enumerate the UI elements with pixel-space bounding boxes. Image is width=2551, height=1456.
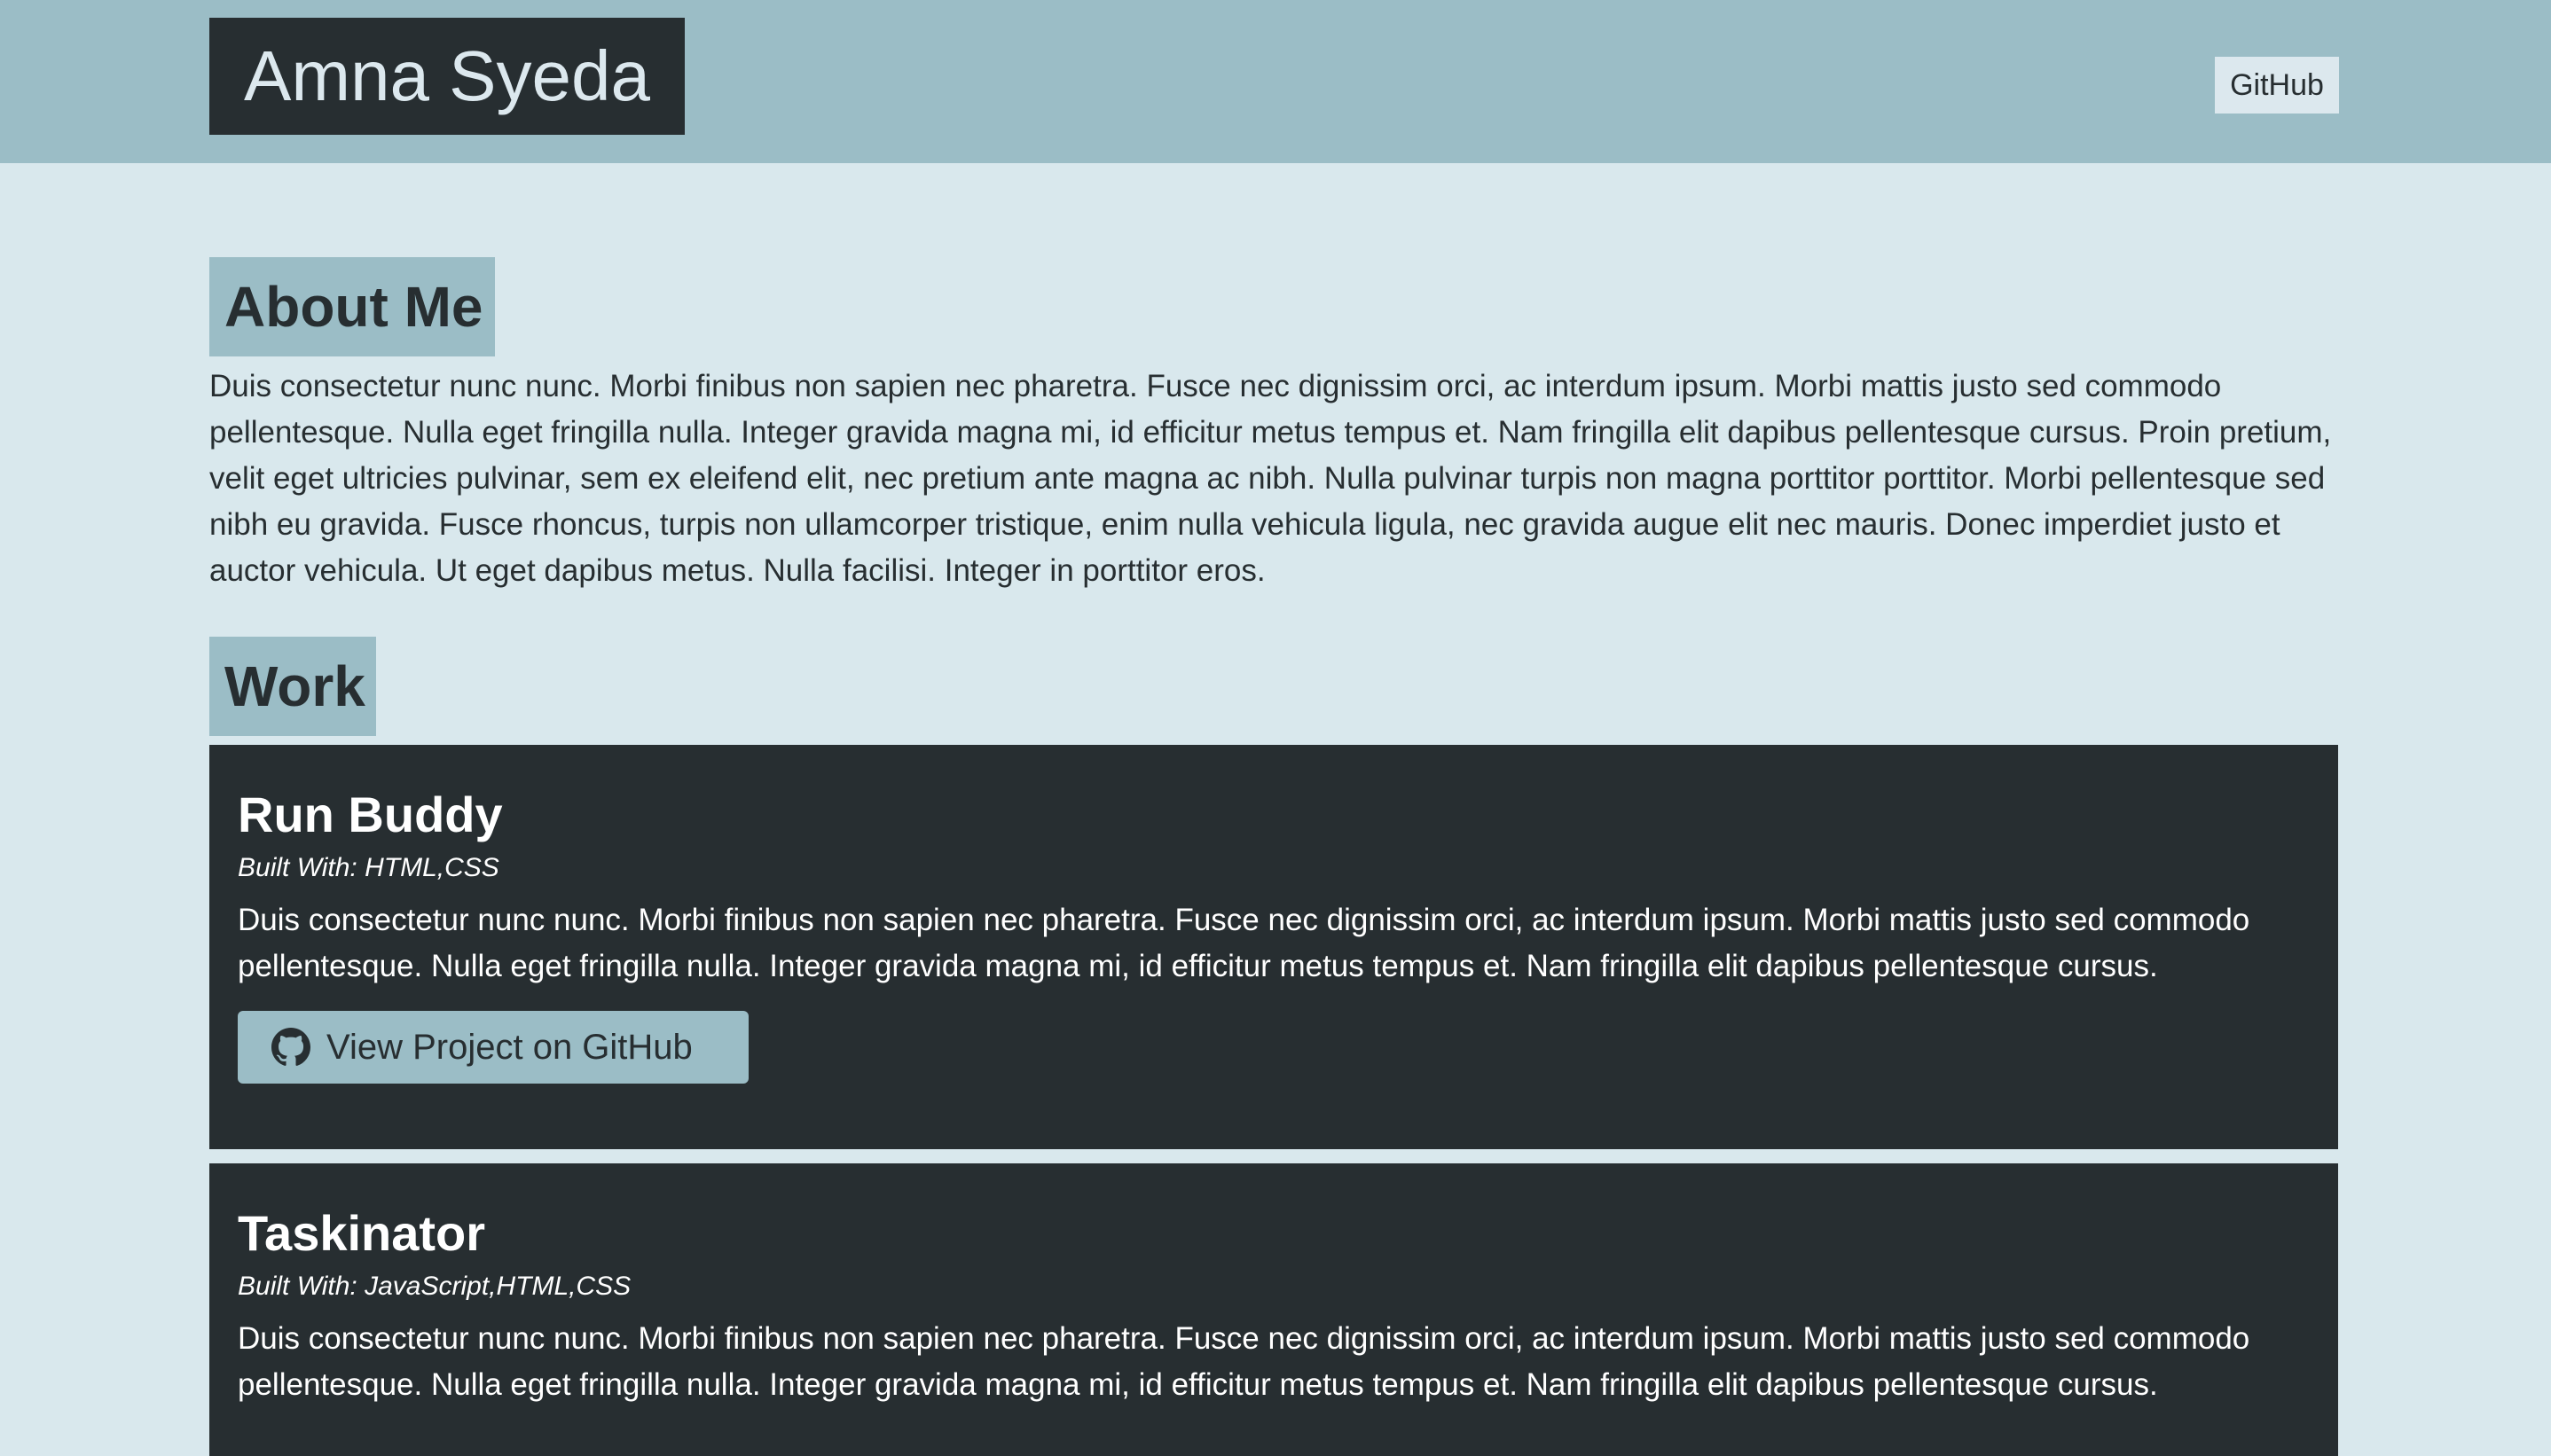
project-title: Taskinator <box>238 1205 486 1261</box>
project-description: Duis consectetur nunc nunc. Morbi finibu… <box>238 903 2250 983</box>
about-me-heading: About Me <box>209 257 495 356</box>
view-project-button[interactable]: View Project on GitHub <box>238 1011 749 1084</box>
project-card-run-buddy: Run Buddy Built With: HTML,CSS Duis cons… <box>209 745 2338 1149</box>
work-heading: Work <box>209 637 376 736</box>
view-project-button-label: View Project on GitHub <box>326 1027 693 1067</box>
project-built-with: Built With: JavaScript,HTML,CSS <box>238 1272 632 1301</box>
project-card-taskinator: Taskinator Built With: JavaScript,HTML,C… <box>209 1163 2338 1456</box>
site-title: Amna Syeda <box>209 18 685 135</box>
project-title: Run Buddy <box>238 787 503 842</box>
project-built-with: Built With: HTML,CSS <box>238 853 499 882</box>
github-icon <box>271 1028 310 1067</box>
project-description: Duis consectetur nunc nunc. Morbi finibu… <box>238 1321 2250 1402</box>
github-nav-link[interactable]: GitHub <box>2215 57 2339 114</box>
site-header: Amna Syeda GitHub <box>0 0 2551 163</box>
about-me-text: Duis consectetur nunc nunc. Morbi finibu… <box>209 369 2332 588</box>
